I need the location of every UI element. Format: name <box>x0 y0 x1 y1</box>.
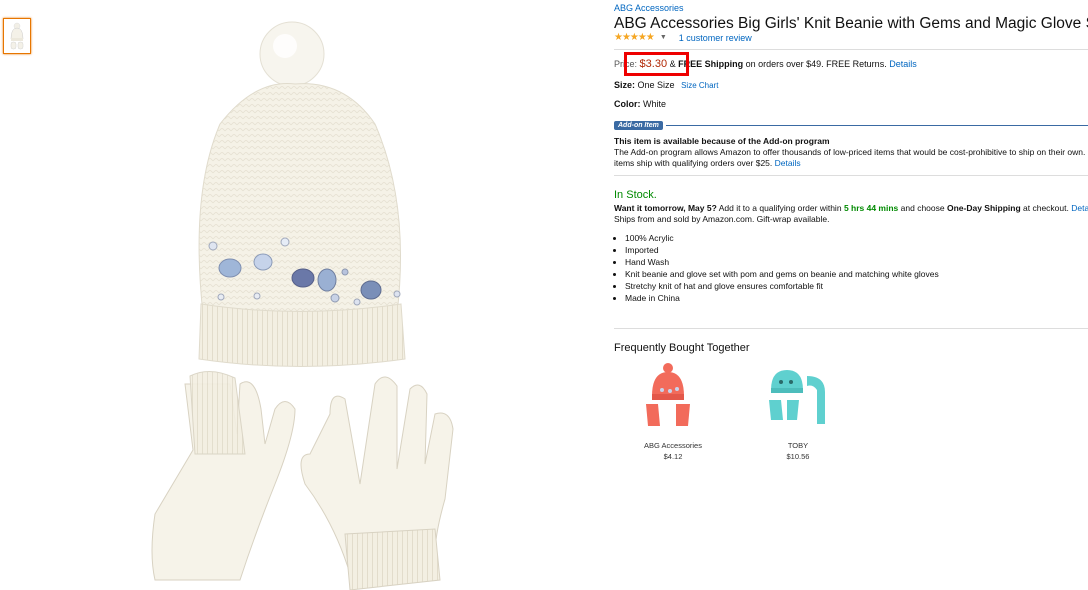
addon-description: The Add-on program allows Amazon to offe… <box>614 147 1088 169</box>
addon-badge: Add-on Item <box>614 121 663 130</box>
brand-link[interactable]: ABG Accessories <box>614 3 684 13</box>
fbt-item-toby[interactable]: TOBY $10.56 <box>753 360 843 462</box>
fbt-item-abg[interactable]: ABG Accessories $4.12 <box>628 360 718 462</box>
main-product-image[interactable] <box>135 14 480 590</box>
delivery-details-link[interactable]: Details <box>1071 203 1088 213</box>
delivery-text: Add it to a qualifying order within <box>718 203 842 213</box>
feature-bullet: Knit beanie and glove set with pom and g… <box>625 268 939 280</box>
feature-bullets: 100% Acrylic Imported Hand Wash Knit bea… <box>614 232 939 304</box>
size-label: Size: <box>614 80 636 90</box>
delivery-and: and choose <box>900 203 945 213</box>
fbt-brand: TOBY <box>787 441 809 450</box>
delivery-suffix: at checkout. <box>1023 203 1069 213</box>
price-highlight-box <box>624 52 689 76</box>
feature-bullet: Stretchy knit of hat and glove ensures c… <box>625 280 939 292</box>
feature-bullet: Made in China <box>625 292 939 304</box>
fbt-product-image[interactable] <box>638 360 708 430</box>
review-count-link[interactable]: 1 customer review <box>679 33 752 43</box>
size-row: Size: One Size Size Chart <box>614 80 718 90</box>
size-chart-link[interactable]: Size Chart <box>681 81 718 90</box>
feature-bullet: Imported <box>625 244 939 256</box>
color-value: White <box>643 99 667 109</box>
color-label: Color: <box>614 99 641 109</box>
star-rating-icon[interactable]: ★★★★★ <box>614 32 655 43</box>
addon-line-2: items ship with qualifying orders over $… <box>614 158 773 168</box>
color-row: Color: White <box>614 99 666 109</box>
addon-divider <box>666 125 1088 126</box>
divider <box>614 175 1088 176</box>
fbt-price: $10.56 <box>786 452 810 461</box>
fbt-product-image[interactable] <box>763 360 833 430</box>
addon-heading: This item is available because of the Ad… <box>614 136 830 146</box>
rating-row: ★★★★★ ▼ 1 customer review <box>614 32 752 43</box>
countdown-timer: 5 hrs 44 mins <box>843 203 899 213</box>
thumbnail-hat-icon <box>10 22 24 50</box>
fbt-brand: ABG Accessories <box>644 441 702 450</box>
fbt-title: Frequently Bought Together <box>614 342 750 354</box>
one-day-shipping: One-Day Shipping <box>946 203 1021 213</box>
addon-details-link[interactable]: Details <box>775 158 801 168</box>
ships-from: Ships from and sold by Amazon.com. Gift-… <box>614 214 830 224</box>
shipping-details-link[interactable]: Details <box>889 59 917 69</box>
feature-bullet: 100% Acrylic <box>625 232 939 244</box>
addon-line-1: The Add-on program allows Amazon to offe… <box>614 147 1086 157</box>
shipping-text: on orders over $49. FREE Returns. <box>745 59 887 69</box>
divider <box>614 49 1088 50</box>
right-glove <box>300 376 454 590</box>
fbt-price: $4.12 <box>663 452 683 461</box>
delivery-message: Want it tomorrow, May 5? Add it to a qua… <box>614 203 1088 213</box>
divider <box>614 328 1088 329</box>
thumbnail-image[interactable] <box>3 18 31 54</box>
product-title: ABG Accessories Big Girls' Knit Beanie w… <box>614 15 1088 32</box>
want-it-tomorrow: Want it tomorrow, May 5? <box>614 203 717 213</box>
left-glove <box>151 371 296 581</box>
stock-status: In Stock. <box>614 189 657 201</box>
size-value: One Size <box>637 80 675 90</box>
feature-bullet: Hand Wash <box>625 256 939 268</box>
chevron-down-icon[interactable]: ▼ <box>660 34 667 41</box>
